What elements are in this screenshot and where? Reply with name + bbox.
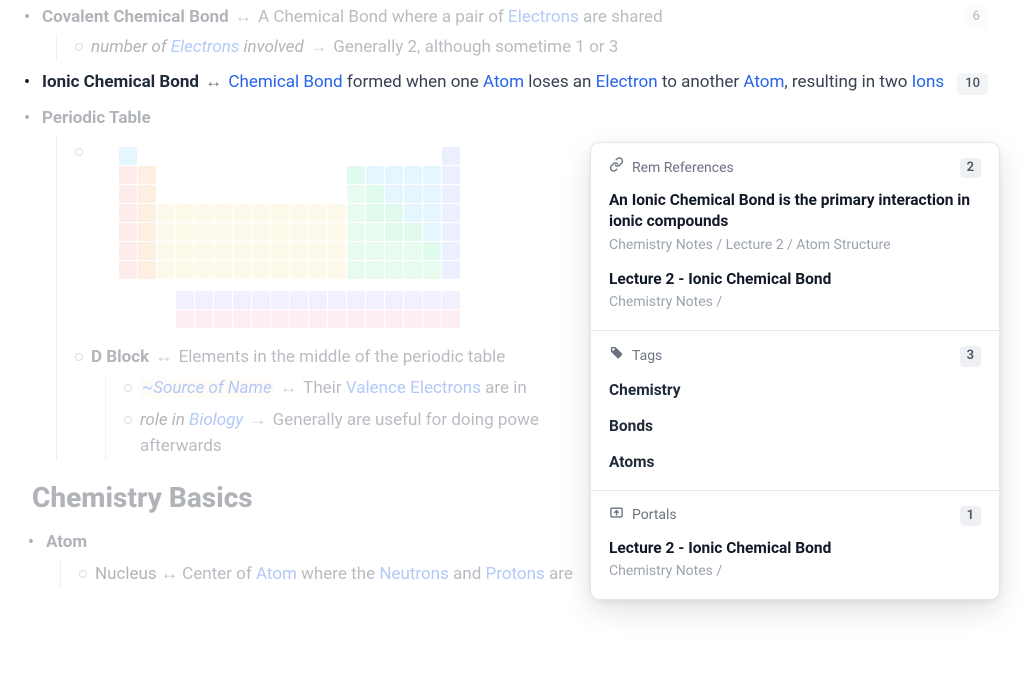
slot-source-of-name[interactable]: ~Source of Name: [140, 378, 274, 398]
link-icon: [609, 157, 624, 180]
panel-section-portals: Portals 1 Lecture 2 - Ionic Chemical Bon…: [591, 490, 999, 599]
panel-section-refs: Rem References 2 An Ionic Chemical Bond …: [591, 143, 999, 330]
link-electron[interactable]: Electron: [596, 72, 658, 92]
def-text-post: are shared: [579, 7, 663, 27]
term-dblock: D Block: [91, 347, 149, 367]
def-text: A Chemical Bond where a pair of: [258, 7, 508, 27]
term-periodic: Periodic Table: [42, 108, 151, 128]
note-covalent[interactable]: Covalent Chemical Bond ↔ A Chemical Bond…: [16, 4, 1000, 61]
tag-item[interactable]: Chemistry: [609, 378, 981, 402]
portals-count: 1: [960, 506, 981, 526]
panel-header-label: Portals: [632, 505, 677, 527]
slot-value: Generally 2, although sometime 1 or 3: [333, 37, 618, 57]
tags-count: 3: [960, 346, 981, 366]
link-electrons-child[interactable]: Electrons: [171, 37, 240, 57]
link-atom[interactable]: Atom: [483, 72, 524, 92]
panel-section-tags: Tags 3 Chemistry Bonds Atoms: [591, 330, 999, 490]
link-valence-electrons[interactable]: Valence Electrons: [346, 378, 481, 398]
arrow-icon: ↔: [155, 347, 176, 367]
panel-header-label: Rem References: [632, 158, 734, 180]
ref-item[interactable]: Lecture 2 - Ionic Chemical Bond Chemistr…: [609, 269, 981, 314]
ref-count-badge[interactable]: 10: [957, 73, 988, 95]
slot-label-pre: number of: [91, 37, 171, 57]
panel-header-label: Tags: [632, 346, 662, 368]
link-chemical-bond[interactable]: Chemical Bond: [228, 72, 342, 92]
portal-item[interactable]: Lecture 2 - Ionic Chemical Bond Chemistr…: [609, 538, 981, 583]
references-panel[interactable]: Rem References 2 An Ionic Chemical Bond …: [590, 142, 1000, 600]
arrow-right-icon: →: [249, 410, 270, 430]
link-atom-2[interactable]: Atom: [743, 72, 784, 92]
refs-count: 2: [960, 158, 981, 178]
note-ionic[interactable]: Ionic Chemical Bond ↔ Chemical Bond form…: [16, 69, 1000, 95]
term-ionic: Ionic Chemical Bond: [42, 72, 199, 92]
term-covalent: Covalent Chemical Bond: [42, 7, 229, 27]
arrow-icon: ↔: [205, 72, 226, 92]
note-covalent-child[interactable]: number of Electrons involved → Generally…: [65, 34, 1000, 60]
tag-icon: [609, 345, 624, 368]
arrow-right-icon: →: [310, 37, 331, 57]
tag-item[interactable]: Atoms: [609, 450, 981, 474]
link-ions[interactable]: Ions: [912, 72, 944, 92]
link-electrons[interactable]: Electrons: [508, 7, 579, 27]
dblock-def: Elements in the middle of the periodic t…: [179, 347, 506, 367]
arrow-icon: ↔: [235, 7, 256, 27]
term-atom: Atom: [46, 532, 87, 552]
slot-label-post: involved: [239, 37, 303, 57]
link-biology[interactable]: Biology: [189, 410, 243, 430]
portal-icon: [609, 505, 624, 528]
ref-count-badge[interactable]: 6: [965, 6, 988, 28]
tag-item[interactable]: Bonds: [609, 414, 981, 438]
arrow-icon: ↔: [280, 378, 301, 398]
ref-item[interactable]: An Ionic Chemical Bond is the primary in…: [609, 190, 981, 257]
